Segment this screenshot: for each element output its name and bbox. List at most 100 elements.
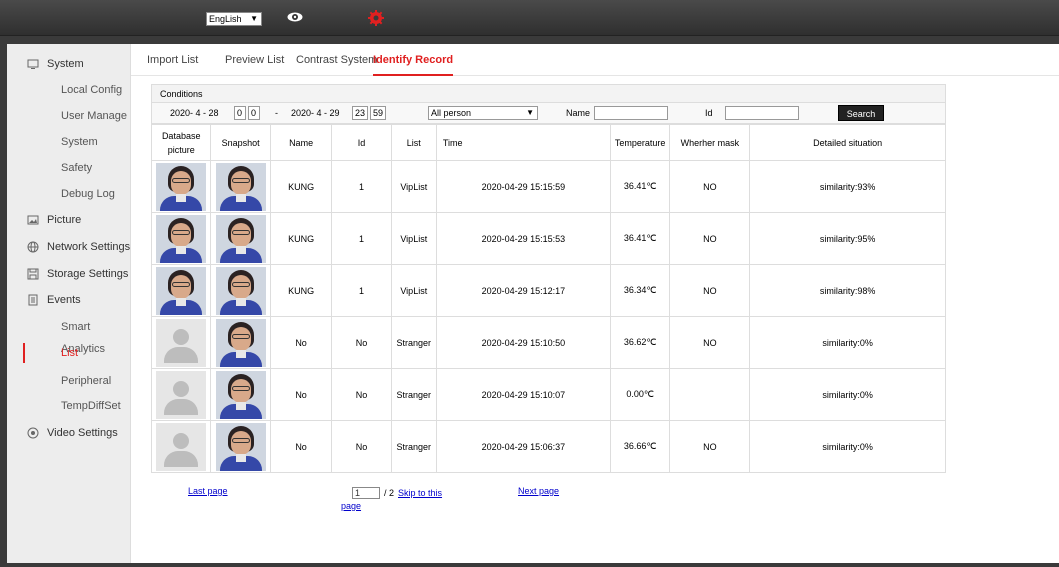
- monitor-icon: [27, 59, 39, 69]
- end-minute-input[interactable]: 59: [370, 106, 386, 120]
- cell-temperature: 36.41℃: [609, 212, 671, 265]
- column-header: Id: [331, 124, 392, 161]
- snapshot-picture[interactable]: [215, 162, 266, 211]
- sidebar-item-label: Peripheral: [61, 375, 112, 387]
- cell-id: No: [331, 316, 392, 369]
- cell-detail: similarity:98%: [749, 264, 946, 317]
- person-type-value: All person: [431, 108, 472, 118]
- database-picture[interactable]: [156, 370, 207, 419]
- database-picture[interactable]: [156, 162, 207, 211]
- sidebar-item-label: System: [47, 58, 84, 70]
- eye-icon[interactable]: [287, 12, 303, 22]
- sidebar-item-list[interactable]: List: [7, 342, 131, 364]
- sidebar-item-network-settings[interactable]: Network Settings: [7, 236, 131, 258]
- sidebar: System Local Config User Manage System S…: [7, 44, 131, 563]
- sidebar-item-events[interactable]: Events: [7, 289, 131, 311]
- name-label: Name: [566, 108, 591, 118]
- sidebar-item-local-config[interactable]: Local Config: [7, 79, 131, 101]
- cell-list: VipList: [390, 212, 437, 265]
- sidebar-item-label: Debug Log: [61, 188, 115, 200]
- end-date-text[interactable]: 2020- 4 - 29: [291, 108, 340, 118]
- left-edge: [0, 44, 7, 567]
- start-minute-input[interactable]: 0: [248, 106, 260, 120]
- tab-identify-record[interactable]: Identify Record: [373, 54, 454, 76]
- cell-detail: similarity:93%: [749, 160, 946, 213]
- snapshot-picture[interactable]: [215, 214, 266, 263]
- tab-bar: Import List Preview List Contrast System…: [131, 44, 1059, 76]
- search-button[interactable]: Search: [838, 105, 884, 121]
- sidebar-item-label: Video Settings: [47, 427, 118, 439]
- skip-to-page-link[interactable]: Skip to this: [398, 488, 442, 498]
- database-picture[interactable]: [156, 266, 207, 315]
- picture-icon: [27, 215, 39, 225]
- person-type-select[interactable]: All person ▼: [428, 106, 538, 120]
- table-row: No No Stranger 2020-04-29 15:10:07 0.00℃ simi…: [150, 368, 946, 421]
- cell-id: 1: [331, 264, 392, 317]
- sidebar-item-user-manage[interactable]: User Manage: [7, 105, 131, 127]
- cell-time: 2020-04-29 15:15:59: [435, 160, 611, 213]
- identify-record-panel: Conditions 2020- 4 - 28 0 0 - 2020- 4 - …: [150, 84, 946, 473]
- tab-preview-list[interactable]: Preview List: [225, 54, 284, 76]
- id-input[interactable]: [725, 106, 799, 120]
- database-picture[interactable]: [156, 422, 207, 471]
- start-hour-input[interactable]: 0: [234, 106, 246, 120]
- table-row: No No Stranger 2020-04-29 15:10:50 36.62℃ NO s…: [150, 316, 946, 369]
- sidebar-item-label: Events: [47, 294, 81, 306]
- start-date-text[interactable]: 2020- 4 - 28: [170, 108, 219, 118]
- app-frame: EngLish ▼ System Local Config User Manag…: [0, 0, 1059, 567]
- cell-list: VipList: [390, 160, 437, 213]
- gear-icon[interactable]: [368, 10, 384, 26]
- sidebar-item-safety[interactable]: Safety: [7, 157, 131, 179]
- skip-to-page-link-cont[interactable]: page: [341, 501, 361, 511]
- cell-temperature: 36.34℃: [609, 264, 671, 317]
- cell-detail: similarity:0%: [749, 420, 946, 473]
- database-picture[interactable]: [156, 214, 207, 263]
- cell-mask: NO: [669, 316, 751, 369]
- column-header: Temperature: [609, 124, 671, 161]
- page-number-input[interactable]: 1: [352, 487, 380, 499]
- picture-cell: [150, 160, 212, 213]
- next-page-link[interactable]: Next page: [518, 486, 559, 496]
- bottom-edge: [0, 563, 1059, 567]
- cell-temperature: 0.00℃: [609, 368, 671, 421]
- sidebar-item-peripheral[interactable]: Peripheral: [7, 370, 131, 392]
- cell-mask: [669, 368, 751, 421]
- sidebar-item-system[interactable]: System: [7, 53, 131, 75]
- cell-name: KUNG: [269, 160, 333, 213]
- tab-import-list[interactable]: Import List: [147, 54, 198, 76]
- sidebar-item-debug-log[interactable]: Debug Log: [7, 183, 131, 205]
- camera-icon: [27, 427, 39, 439]
- sidebar-item-storage-settings[interactable]: Storage Settings: [7, 263, 131, 285]
- sidebar-item-picture[interactable]: Picture: [7, 209, 131, 231]
- table-header-row: Database picture Snapshot Name Id List T…: [150, 124, 946, 161]
- snapshot-picture[interactable]: [215, 318, 266, 367]
- snapshot-picture[interactable]: [215, 266, 266, 315]
- sidebar-item-tempdiffset[interactable]: TempDiffSet: [7, 395, 131, 417]
- cell-detail: similarity:0%: [749, 316, 946, 369]
- last-page-link[interactable]: Last page: [188, 486, 228, 496]
- sidebar-item-label: List: [61, 347, 79, 359]
- cell-name: No: [269, 316, 333, 369]
- end-hour-input[interactable]: 23: [352, 106, 368, 120]
- picture-cell: [150, 368, 212, 421]
- tab-contrast-system[interactable]: Contrast System: [296, 54, 377, 76]
- cell-time: 2020-04-29 15:15:53: [435, 212, 611, 265]
- cell-list: Stranger: [390, 368, 437, 421]
- name-input[interactable]: [594, 106, 668, 120]
- sidebar-item-label: TempDiffSet: [61, 400, 121, 412]
- sub-bar: [0, 36, 1059, 44]
- table-row: KUNG 1 VipList 2020-04-29 15:15:53 36.41℃ NO s…: [150, 212, 946, 265]
- snapshot-picture[interactable]: [215, 370, 266, 419]
- cell-list: Stranger: [390, 420, 437, 473]
- picture-cell: [150, 316, 212, 369]
- language-select[interactable]: EngLish ▼: [206, 12, 262, 26]
- cell-time: 2020-04-29 15:10:07: [435, 368, 611, 421]
- cell-id: 1: [331, 160, 392, 213]
- sidebar-item-video-settings[interactable]: Video Settings: [7, 422, 131, 444]
- snapshot-picture[interactable]: [215, 422, 266, 471]
- cell-name: KUNG: [269, 212, 333, 265]
- id-label: Id: [705, 108, 713, 118]
- database-picture[interactable]: [156, 318, 207, 367]
- sidebar-item-system-sub[interactable]: System: [7, 131, 131, 153]
- sidebar-item-smart-analytics[interactable]: Smart Analytics: [7, 316, 131, 355]
